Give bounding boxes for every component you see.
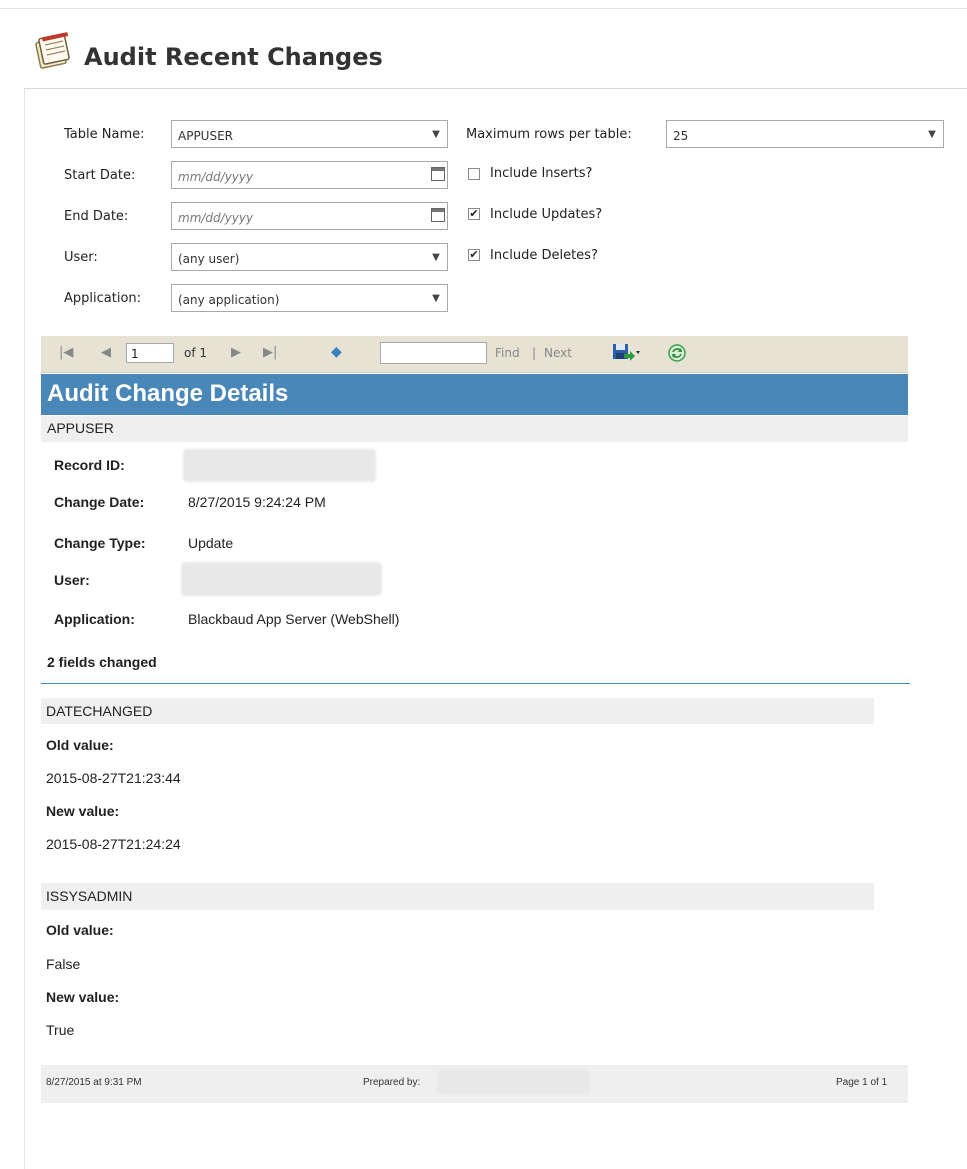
chevron-down-icon[interactable]: ▼ [425, 244, 447, 270]
footer-page: Page 1 of 1 [836, 1077, 888, 1088]
end-date-placeholder: mm/dd/yyyy [178, 211, 254, 225]
top-divider [0, 8, 967, 9]
application-label: Application: [64, 291, 142, 306]
user-label: User: [54, 572, 90, 588]
old-value-label: Old value: [46, 737, 114, 753]
user-label: User: [64, 250, 98, 265]
max-rows-select[interactable]: 25 ▼ [666, 120, 944, 148]
record-id-redacted [183, 449, 376, 482]
find-separator: | [532, 346, 537, 360]
chevron-down-icon[interactable]: ▼ [425, 285, 447, 311]
new-value: True [46, 1022, 75, 1038]
calendar-icon[interactable] [431, 208, 445, 222]
find-input[interactable] [380, 342, 487, 364]
field-name: ISSYSADMIN [46, 888, 133, 904]
footer-date: 8/27/2015 at 9:31 PM [46, 1077, 142, 1088]
change-type-value: Update [188, 535, 234, 551]
field-name-band [41, 698, 874, 724]
last-page-icon[interactable]: ▶| [263, 345, 277, 360]
prepared-by-label: Prepared by: [363, 1077, 421, 1088]
change-date-label: Change Date: [54, 494, 145, 510]
application-value: (any application) [178, 293, 280, 307]
report-title: Audit Change Details [47, 380, 289, 407]
user-redacted [181, 562, 382, 596]
include-inserts-label: Include Inserts? [490, 166, 593, 181]
field-name-band [41, 883, 874, 910]
page-number-input[interactable]: 1 [126, 343, 174, 363]
previous-page-icon[interactable]: ◀ [101, 345, 111, 360]
old-value: False [46, 956, 81, 972]
section-divider [41, 683, 910, 684]
end-date-field[interactable]: mm/dd/yyyy [171, 202, 448, 230]
prepared-by-redacted [437, 1070, 590, 1094]
chevron-down-icon[interactable]: ▼ [425, 121, 447, 147]
max-rows-label: Maximum rows per table: [466, 127, 632, 142]
back-to-parent-icon[interactable]: ◆ [331, 344, 342, 360]
start-date-field[interactable]: mm/dd/yyyy [171, 161, 448, 189]
page-title: Audit Recent Changes [84, 43, 383, 71]
old-value: 2015-08-27T21:23:44 [46, 770, 181, 786]
fields-changed-count: 2 fields changed [47, 654, 157, 670]
record-id-label: Record ID: [54, 457, 125, 473]
include-deletes-checkbox[interactable]: ✔ [468, 249, 480, 261]
table-name-band [41, 416, 908, 442]
report-toolbar: |◀ ◀ 1 of 1 ▶ ▶| ◆ Find | Next [41, 336, 908, 373]
user-value: (any user) [178, 252, 240, 266]
application-value: Blackbaud App Server (WebShell) [188, 611, 400, 627]
first-page-icon[interactable]: |◀ [59, 345, 73, 360]
new-value-label: New value: [46, 803, 120, 819]
table-name-value: APPUSER [178, 129, 234, 143]
end-date-label: End Date: [64, 209, 129, 224]
page-of-label: of 1 [184, 346, 208, 360]
start-date-placeholder: mm/dd/yyyy [178, 170, 254, 184]
start-date-label: Start Date: [64, 168, 136, 183]
application-select[interactable]: (any application) ▼ [171, 284, 448, 312]
change-date-value: 8/27/2015 9:24:24 PM [188, 494, 326, 510]
old-value-label: Old value: [46, 922, 114, 938]
include-updates-label: Include Updates? [490, 207, 603, 222]
table-name-select[interactable]: APPUSER ▼ [171, 120, 448, 148]
new-value: 2015-08-27T21:24:24 [46, 836, 181, 852]
max-rows-value: 25 [673, 129, 689, 143]
next-link[interactable]: Next [544, 346, 572, 360]
application-label: Application: [54, 611, 135, 627]
refresh-icon[interactable] [667, 343, 687, 363]
next-page-icon[interactable]: ▶ [231, 345, 241, 360]
calendar-icon[interactable] [431, 167, 445, 181]
change-type-label: Change Type: [54, 535, 146, 551]
chevron-down-icon[interactable]: ▼ [921, 121, 943, 147]
include-inserts-checkbox[interactable] [468, 168, 480, 180]
find-link[interactable]: Find [495, 346, 520, 360]
table-name-label: Table Name: [64, 127, 145, 142]
new-value-label: New value: [46, 989, 120, 1005]
notepad-icon [35, 32, 70, 69]
field-name: DATECHANGED [46, 703, 153, 719]
include-updates-checkbox[interactable]: ✔ [468, 208, 480, 220]
user-select[interactable]: (any user) ▼ [171, 243, 448, 271]
report-table-name: APPUSER [47, 420, 114, 436]
export-save-icon[interactable] [611, 341, 641, 363]
include-deletes-label: Include Deletes? [490, 248, 598, 263]
